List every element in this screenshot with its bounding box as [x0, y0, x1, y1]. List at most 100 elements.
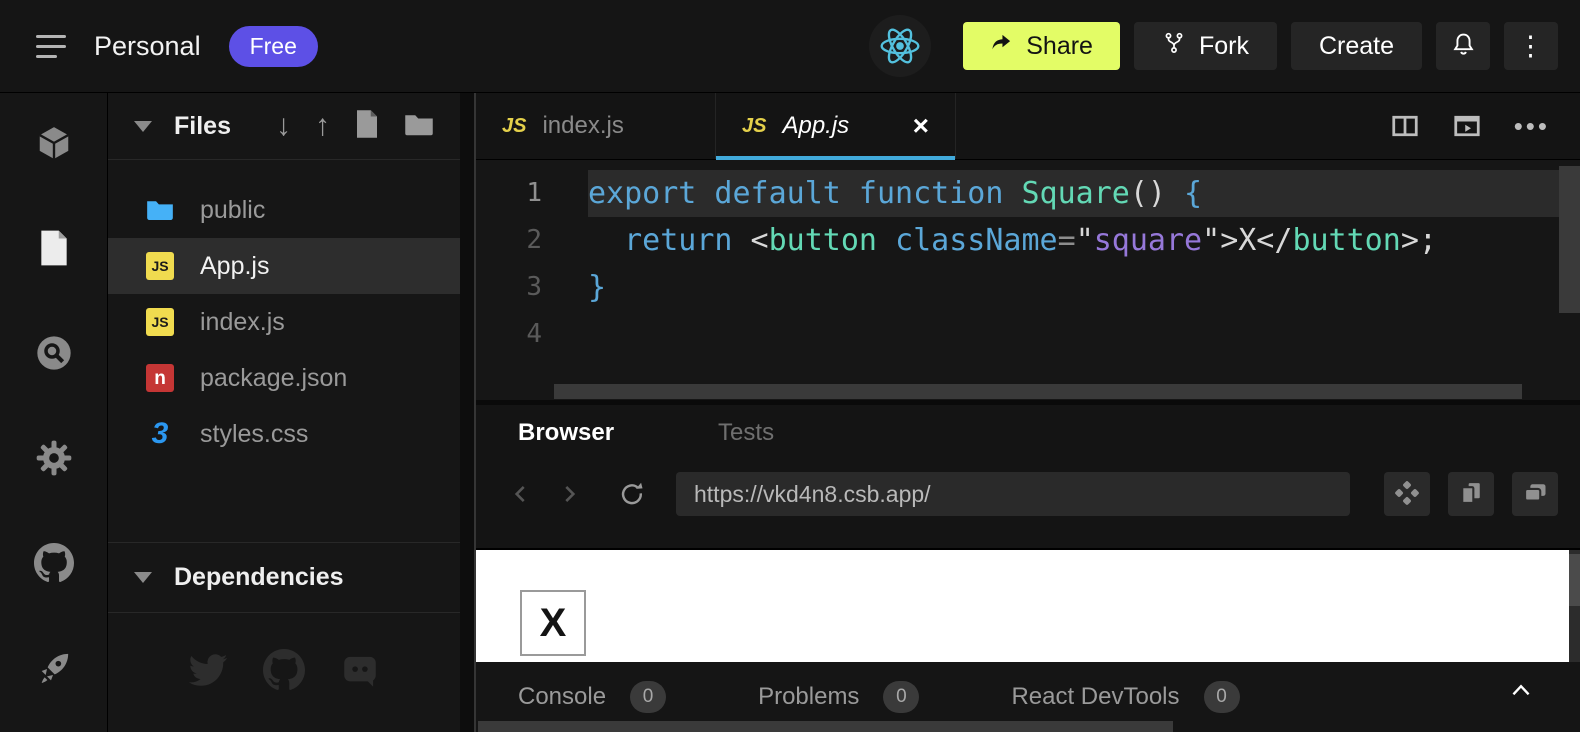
chevron-down-icon: [134, 121, 152, 132]
file-row-appjs[interactable]: JS App.js: [108, 238, 460, 294]
close-icon[interactable]: ×: [913, 112, 929, 140]
sidebar-item-search[interactable]: [0, 303, 107, 408]
tab-console[interactable]: Console 0: [518, 681, 666, 713]
responsive-mode-button[interactable]: [1448, 472, 1494, 516]
tab-label: index.js: [542, 112, 623, 140]
tab-react-devtools[interactable]: React DevTools 0: [1011, 681, 1239, 713]
code-line[interactable]: 2 return <button className="square">X</b…: [476, 217, 1580, 264]
plan-badge: Free: [229, 26, 318, 67]
problems-label: Problems: [758, 683, 859, 711]
code-editor[interactable]: 1 export default function Square() { 2 r…: [476, 160, 1580, 400]
explorer-spacer: [108, 462, 460, 542]
tab-browser[interactable]: Browser: [518, 419, 614, 447]
open-new-window-button[interactable]: [1512, 472, 1558, 516]
new-folder-icon[interactable]: [404, 111, 434, 142]
share-arrow-icon: [990, 31, 1013, 61]
browser-panel: Browser Tests: [476, 405, 1580, 548]
file-row-public[interactable]: public: [108, 182, 460, 238]
line-content: }: [588, 264, 1580, 311]
twitter-icon[interactable]: [187, 649, 229, 696]
notifications-button[interactable]: [1436, 22, 1490, 70]
line-number: 1: [476, 170, 588, 217]
line-content: [588, 311, 1580, 358]
discord-icon[interactable]: [339, 649, 381, 696]
file-row-packagejson[interactable]: n package.json: [108, 350, 460, 406]
sidebar-item-github[interactable]: [0, 513, 107, 618]
console-bar: Console 0 Problems 0 React DevTools 0: [476, 662, 1580, 732]
preview-scrollbar[interactable]: [1569, 550, 1580, 662]
more-options-button[interactable]: ⋮: [1504, 22, 1558, 70]
fork-button[interactable]: Fork: [1134, 22, 1277, 70]
files-section-label: Files: [174, 112, 231, 141]
sidebar-item-files[interactable]: [0, 198, 107, 303]
js-icon: JS: [146, 252, 174, 280]
editor-vertical-scrollbar[interactable]: [1559, 166, 1580, 313]
url-input[interactable]: https://vkd4n8.csb.app/: [676, 472, 1350, 516]
editor-more-icon[interactable]: •••: [1514, 111, 1550, 142]
chevron-down-icon: [134, 572, 152, 583]
bottom-horizontal-scrollbar[interactable]: [478, 721, 1173, 732]
code-line[interactable]: 1 export default function Square() {: [476, 170, 1580, 217]
github-icon: [34, 543, 74, 588]
refresh-icon[interactable]: [618, 480, 646, 508]
chevron-up-icon[interactable]: [1508, 680, 1534, 705]
devtools-button[interactable]: [1384, 472, 1430, 516]
file-row-stylescss[interactable]: 3 styles.css: [108, 406, 460, 462]
css-icon: 3: [146, 420, 174, 448]
dependencies-section-label: Dependencies: [174, 563, 344, 592]
devices-icon: [1457, 479, 1485, 510]
social-links: [108, 613, 460, 732]
line-number: 4: [476, 311, 588, 358]
search-icon: [34, 333, 74, 378]
new-file-icon[interactable]: [354, 109, 380, 144]
forward-icon[interactable]: [556, 481, 582, 507]
tab-indexjs[interactable]: JS index.js: [476, 93, 716, 159]
code-line[interactable]: 4: [476, 311, 1580, 358]
browser-preview: X: [476, 548, 1580, 662]
bell-icon: [1450, 31, 1477, 61]
js-file-icon: JS: [502, 115, 526, 138]
download-icon[interactable]: ↓: [276, 111, 291, 141]
file-row-indexjs[interactable]: JS index.js: [108, 294, 460, 350]
console-label: Console: [518, 683, 606, 711]
codesandbox-app: Personal Free Share: [0, 0, 1580, 732]
share-button[interactable]: Share: [963, 22, 1120, 70]
react-logo-icon: [869, 15, 931, 77]
editor-horizontal-scrollbar[interactable]: [554, 384, 1522, 399]
sidebar-item-deploy[interactable]: [0, 618, 107, 723]
react-devtools-count-badge: 0: [1204, 681, 1240, 713]
dependencies-section-header[interactable]: Dependencies: [108, 542, 460, 613]
console-count-badge: 0: [630, 681, 666, 713]
npm-icon: n: [146, 364, 174, 392]
gear-icon: [34, 438, 74, 483]
code-lines: 1 export default function Square() { 2 r…: [476, 170, 1580, 358]
file-list: public JS App.js JS index.js n package.j…: [108, 160, 460, 462]
workspace-name[interactable]: Personal: [94, 31, 201, 62]
tab-problems[interactable]: Problems 0: [758, 681, 919, 713]
upload-icon[interactable]: ↑: [315, 111, 330, 141]
back-icon[interactable]: [508, 481, 534, 507]
split-view-icon[interactable]: [1390, 111, 1420, 141]
tab-tests[interactable]: Tests: [718, 419, 774, 447]
create-label: Create: [1319, 32, 1394, 61]
activity-bar: [0, 93, 108, 732]
tab-label: App.js: [782, 112, 849, 140]
share-label: Share: [1026, 32, 1093, 61]
square-button[interactable]: X: [520, 590, 586, 656]
js-icon: JS: [146, 308, 174, 336]
code-line[interactable]: 3 }: [476, 264, 1580, 311]
files-section-header[interactable]: Files ↓ ↑: [108, 93, 460, 160]
editor-tab-bar: JS index.js JS App.js ×: [476, 93, 1580, 160]
tab-appjs[interactable]: JS App.js ×: [716, 93, 956, 159]
preview-window-icon[interactable]: [1452, 111, 1482, 141]
create-button[interactable]: Create: [1291, 22, 1422, 70]
sidebar-item-settings[interactable]: [0, 408, 107, 513]
fork-label: Fork: [1199, 32, 1249, 61]
file-name: App.js: [200, 252, 269, 281]
github-link-icon[interactable]: [263, 649, 305, 696]
line-number: 3: [476, 264, 588, 311]
fork-icon: [1162, 31, 1186, 62]
sidebar-item-explorer[interactable]: [0, 93, 107, 198]
menu-icon[interactable]: [36, 35, 66, 58]
file-icon: [37, 229, 71, 272]
